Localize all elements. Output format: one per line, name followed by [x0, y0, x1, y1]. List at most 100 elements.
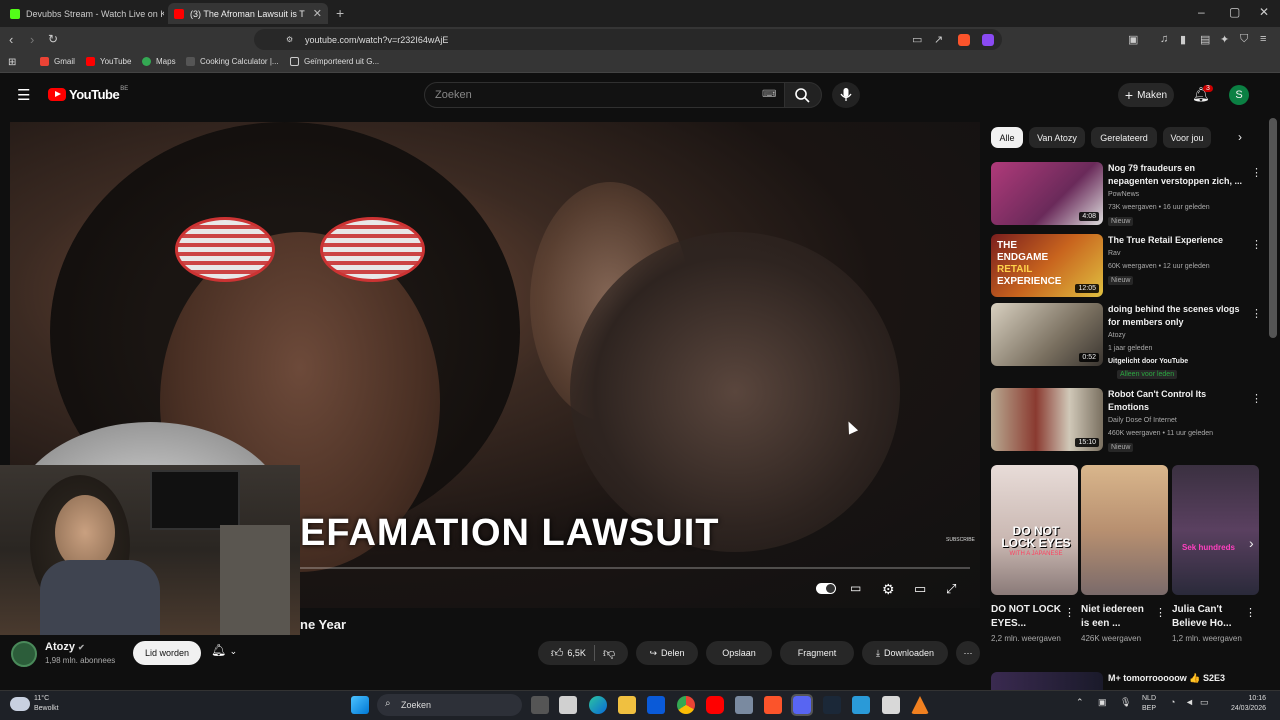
- windows-start-icon[interactable]: [351, 696, 369, 714]
- recommendation-item[interactable]: 0:52 doing behind the scenes vlogs for m…: [991, 303, 1262, 379]
- chip-related[interactable]: Gerelateerd: [1091, 127, 1157, 148]
- more-options-icon[interactable]: ⋮: [1251, 166, 1262, 179]
- apps-icon[interactable]: ⊞: [8, 57, 16, 68]
- recommendation-channel[interactable]: PowNews: [1108, 191, 1139, 198]
- tray-app-icon[interactable]: ▣: [1098, 697, 1107, 708]
- store-icon[interactable]: [559, 696, 577, 714]
- forward-icon[interactable]: ›: [30, 32, 34, 47]
- sidebar-toggle-icon[interactable]: ▣: [1128, 33, 1138, 46]
- microphone-icon[interactable]: 🎙︎: [1120, 697, 1131, 708]
- reload-icon[interactable]: ↻: [48, 32, 58, 46]
- clock-date[interactable]: 24/03/2026: [1220, 705, 1266, 712]
- video-thumbnail[interactable]: 4:08: [991, 162, 1103, 225]
- site-info-icon[interactable]: ⚙: [286, 35, 293, 44]
- short-title[interactable]: Niet iedereen is een ...: [1081, 603, 1153, 631]
- subtitles-icon[interactable]: ▭: [850, 581, 861, 595]
- chevron-right-icon[interactable]: ›: [1238, 130, 1242, 144]
- cast-icon[interactable]: ▭: [912, 33, 922, 46]
- chevron-down-icon[interactable]: ⌄: [230, 646, 238, 656]
- more-options-icon[interactable]: ⋮: [1064, 606, 1075, 619]
- url-text[interactable]: youtube.com/watch?v=r232I64wAjE: [305, 35, 448, 45]
- discord-icon[interactable]: [791, 694, 813, 716]
- join-button[interactable]: Lid worden: [133, 641, 201, 665]
- chip-all[interactable]: Alle: [991, 127, 1023, 148]
- brave-shield-icon[interactable]: [958, 34, 970, 46]
- recommendation-item[interactable]: 15:10 Robot Can't Control Its Emotions D…: [991, 388, 1262, 452]
- hamburger-menu-icon[interactable]: ☰: [17, 86, 30, 104]
- close-tab-icon[interactable]: ✕: [313, 7, 322, 20]
- video-thumbnail[interactable]: THE ENDGAME RETAIL EXPERIENCE 12:05: [991, 234, 1103, 297]
- channel-avatar[interactable]: [11, 641, 37, 667]
- keyboard-language[interactable]: NLD: [1142, 695, 1156, 702]
- search-input[interactable]: Zoeken ⌨: [424, 82, 785, 108]
- edge-icon[interactable]: [589, 696, 607, 714]
- shorts-next-icon[interactable]: ›: [1249, 535, 1254, 551]
- recommendation-title[interactable]: Robot Can't Control Its Emotions: [1108, 388, 1243, 414]
- more-options-icon[interactable]: ⋮: [1251, 307, 1262, 320]
- wifi-icon[interactable]: ◔: [1170, 697, 1175, 707]
- file-explorer-icon[interactable]: [618, 696, 636, 714]
- close-window-icon[interactable]: ✕: [1259, 5, 1269, 19]
- short-thumbnail[interactable]: [1081, 465, 1168, 595]
- account-avatar[interactable]: S: [1229, 85, 1249, 105]
- recommendation-title[interactable]: Nog 79 fraudeurs en nepagenten verstoppe…: [1108, 162, 1243, 188]
- chip-from-atozy[interactable]: Van Atozy: [1029, 127, 1085, 148]
- steam-icon[interactable]: [823, 696, 841, 714]
- share-icon[interactable]: ↗: [934, 33, 943, 46]
- more-actions-icon[interactable]: ⋯: [956, 641, 980, 665]
- bookmark-cooking[interactable]: Cooking Calculator |...: [186, 57, 279, 66]
- create-button[interactable]: + Maken: [1118, 83, 1174, 107]
- youtube-app-icon[interactable]: [706, 696, 724, 714]
- keyboard-icon[interactable]: ⌨: [762, 89, 776, 100]
- recommendation-channel[interactable]: Rav: [1108, 250, 1120, 257]
- share-button[interactable]: ↪ Delen: [636, 641, 698, 665]
- voice-search-button[interactable]: [832, 82, 860, 108]
- wallet-icon[interactable]: ▤: [1200, 33, 1210, 46]
- app-icon[interactable]: [852, 696, 870, 714]
- like-count[interactable]: 6,5K: [567, 648, 586, 658]
- recommendation-channel[interactable]: Daily Dose Of Internet: [1108, 417, 1177, 424]
- new-tab-icon[interactable]: +: [336, 5, 344, 21]
- more-options-icon[interactable]: ⋮: [1251, 392, 1262, 405]
- bookmark-gmail[interactable]: Gmail: [40, 57, 75, 66]
- recommendation-item[interactable]: THE ENDGAME RETAIL EXPERIENCE 12:05 The Tru…: [991, 234, 1262, 298]
- recommendation-channel[interactable]: Atozy: [1108, 332, 1126, 339]
- tab-kick[interactable]: Devubbs Stream - Watch Live on Kick: [4, 3, 164, 24]
- battery-icon[interactable]: ▭: [1200, 697, 1209, 708]
- bookmark-folder[interactable]: Geïmporteerd uit G...: [290, 57, 379, 66]
- brave-rewards-icon[interactable]: [982, 34, 994, 46]
- minimize-icon[interactable]: –: [1198, 5, 1205, 19]
- keyboard-layout[interactable]: BEP: [1142, 705, 1156, 712]
- fullscreen-icon[interactable]: ⤢: [946, 581, 956, 597]
- page-scrollbar[interactable]: [1269, 118, 1277, 338]
- autoplay-toggle[interactable]: [816, 583, 836, 594]
- youtube-logo[interactable]: YouTube BE: [48, 86, 128, 102]
- outlook-icon[interactable]: [647, 696, 665, 714]
- more-options-icon[interactable]: ⋮: [1155, 606, 1166, 619]
- recommendation-title[interactable]: doing behind the scenes vlogs for member…: [1108, 303, 1243, 329]
- leo-icon[interactable]: ✦: [1220, 33, 1229, 46]
- clip-button[interactable]: Fragment: [780, 641, 854, 665]
- download-button[interactable]: ⤓ Downloaden: [862, 641, 948, 665]
- chip-for-you[interactable]: Voor jou: [1163, 127, 1211, 148]
- chevron-up-icon[interactable]: ⌃: [1076, 697, 1084, 708]
- short-thumbnail[interactable]: Sek hundreds: [1172, 465, 1259, 595]
- next-thumbnail[interactable]: [991, 672, 1103, 690]
- short-title[interactable]: Julia Can't Believe Ho...: [1172, 603, 1244, 631]
- back-icon[interactable]: ‹: [9, 32, 13, 47]
- task-view-icon[interactable]: [531, 696, 549, 714]
- short-thumbnail[interactable]: DO NOT LOCK EYES WITH A JAPANESE: [991, 465, 1078, 595]
- weather-cloud-icon[interactable]: [10, 697, 30, 711]
- vpn-icon[interactable]: ⛉: [1240, 33, 1248, 46]
- settings-gear-icon[interactable]: ⚙: [882, 581, 895, 598]
- reading-list-icon[interactable]: ▮: [1180, 33, 1186, 46]
- video-thumbnail[interactable]: 0:52: [991, 303, 1103, 366]
- next-title[interactable]: M+ tomorrooooow 👍 S2E3: [1108, 673, 1225, 684]
- theater-mode-icon[interactable]: ▭: [914, 581, 926, 597]
- search-button[interactable]: [784, 82, 822, 108]
- bookmark-maps[interactable]: Maps: [142, 57, 176, 66]
- popcorn-icon[interactable]: [882, 696, 900, 714]
- clock-time[interactable]: 10:16: [1226, 695, 1266, 702]
- menu-icon[interactable]: ≡: [1260, 33, 1266, 45]
- brave-icon[interactable]: [764, 696, 782, 714]
